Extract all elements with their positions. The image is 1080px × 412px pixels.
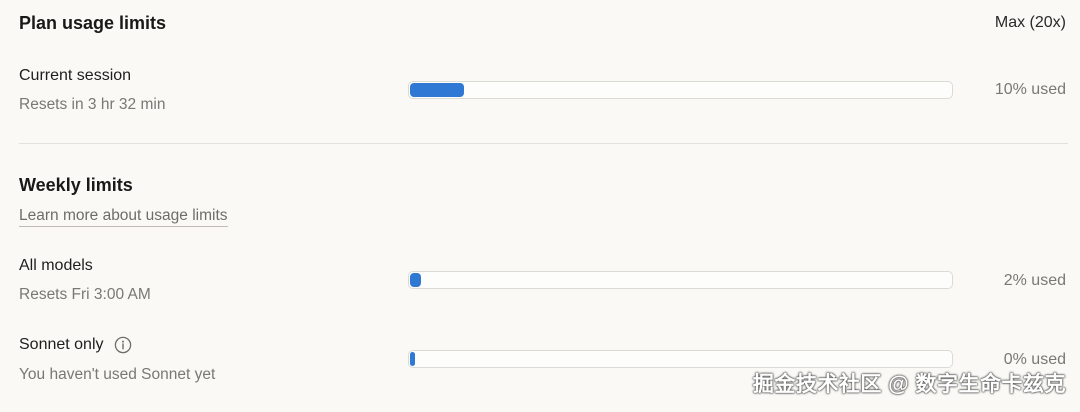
current-session-progress-bar [408, 81, 953, 99]
watermark-text: 掘金技术社区 @ 数字生命卡兹克 [752, 373, 1066, 396]
plan-tier-label: Max (20x) [994, 14, 1066, 31]
section-divider [19, 143, 1068, 144]
sonnet-only-progress-bar [408, 350, 953, 368]
sonnet-only-progress-fill [410, 352, 415, 366]
plan-usage-title: Plan usage limits [19, 13, 167, 33]
current-session-progress-fill [410, 83, 464, 97]
info-icon[interactable] [114, 336, 132, 354]
all-models-reset-text: Resets Fri 3:00 AM [19, 286, 151, 303]
all-models-usage-text: 2% used [1003, 272, 1066, 289]
current-session-reset-text: Resets in 3 hr 32 min [19, 96, 166, 113]
sonnet-only-status-text: You haven't used Sonnet yet [19, 366, 216, 383]
all-models-progress-bar [408, 271, 953, 289]
current-session-usage-text: 10% used [994, 81, 1066, 98]
sonnet-only-usage-text: 0% used [1003, 351, 1066, 368]
all-models-label: All models [19, 257, 93, 274]
current-session-label: Current session [19, 67, 132, 84]
weekly-limits-title: Weekly limits [19, 175, 133, 195]
sonnet-only-label: Sonnet only [19, 336, 104, 353]
learn-more-usage-limits-link[interactable]: Learn more about usage limits [19, 207, 228, 227]
all-models-progress-fill [410, 273, 421, 287]
